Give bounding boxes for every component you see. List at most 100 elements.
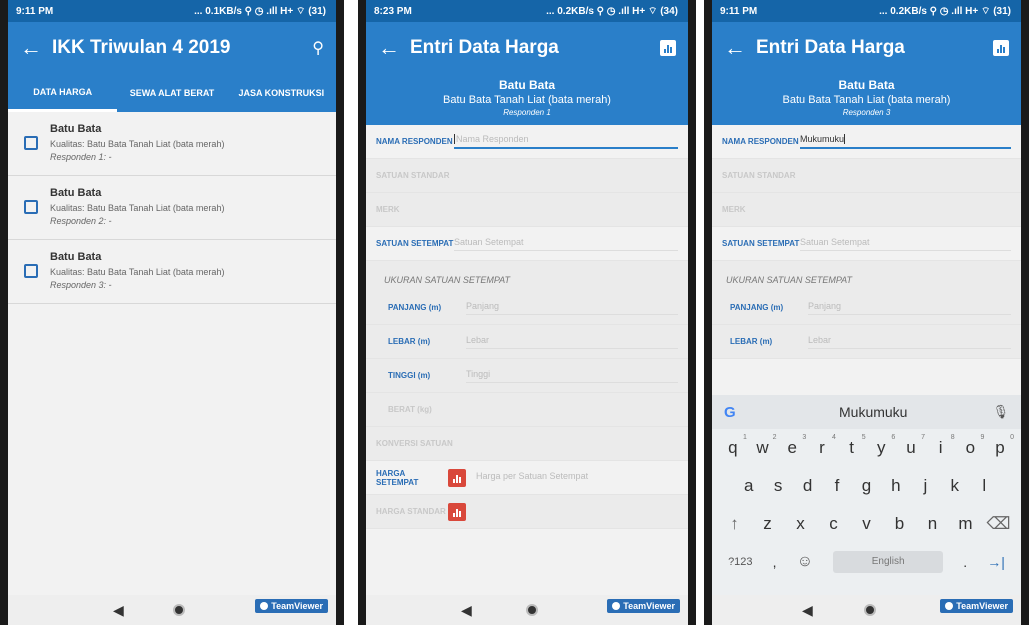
key[interactable]: y6 [869,434,895,458]
chart-icon[interactable] [993,40,1009,56]
back-arrow-icon[interactable]: ← [20,35,52,61]
key[interactable]: g [854,476,878,496]
comma-key[interactable]: , [773,554,777,570]
field-satuan-standar: SATUAN STANDAR [366,159,688,193]
phone-screen-form: 8:23 PM ... 0.2KB/s ⚲ ◷ .ıll H+ ⌔ (34) ←… [358,0,696,625]
tab-jasa-konstruksi[interactable]: JASA KONSTRUKSI [227,74,336,112]
lebar-input[interactable]: Lebar [466,335,678,349]
field-satuan-standar: SATUAN STANDAR [712,159,1021,193]
field-konversi-satuan: KONVERSI SATUAN [366,427,688,461]
field-label: MERK [376,205,400,214]
field-panjang: PANJANG (m) Panjang [712,291,1021,325]
harga-setempat-input[interactable]: Harga per Satuan Setempat [476,471,678,484]
key[interactable]: c [822,514,846,534]
period-key[interactable]: . [963,554,967,570]
page-title: Entri Data Harga [410,37,559,58]
microphone-icon[interactable]: 🎙 [992,404,1009,420]
key[interactable]: k [943,476,967,496]
nav-home-icon[interactable] [864,604,876,616]
nama-responden-input[interactable]: Nama Responden [454,134,678,150]
item-quality: Batu Bata Tanah Liat (bata merah) [782,94,951,106]
key[interactable]: a [737,476,761,496]
google-icon[interactable]: G [724,404,754,421]
key[interactable]: j [913,476,937,496]
list-item[interactable]: Batu Bata Kualitas: Batu Bata Tanah Liat… [8,112,336,176]
field-label: SATUAN STANDAR [722,171,796,180]
symbols-key[interactable]: ?123 [728,556,752,568]
field-label: NAMA RESPONDEN [722,137,799,146]
teamviewer-badge: TeamViewer [940,599,1013,613]
panjang-input[interactable]: Panjang [466,301,678,315]
item-respondent: Responden 1: - [50,152,112,162]
satuan-setempat-input[interactable]: Satuan Setempat [454,237,678,251]
key[interactable]: t5 [840,434,865,458]
keyboard-suggestion[interactable]: Mukumuku [754,404,992,420]
key[interactable]: v [855,514,879,534]
key[interactable]: n [921,514,945,534]
key[interactable]: o9 [958,434,985,458]
space-key[interactable]: English [833,551,944,573]
key[interactable]: s [766,476,790,496]
key[interactable]: z [756,514,780,534]
nav-home-icon[interactable] [173,604,185,616]
backspace-key[interactable]: ⌫ [987,514,1011,534]
emoji-key[interactable]: ☺ [797,553,813,571]
field-label: SATUAN STANDAR [376,171,450,180]
key[interactable]: d [796,476,820,496]
key[interactable]: b [888,514,912,534]
item-respondent: Responden 1 [503,108,551,117]
list-item[interactable]: Batu Bata Kualitas: Batu Bata Tanah Liat… [8,240,336,304]
chart-icon[interactable] [660,40,676,56]
checkbox[interactable] [24,135,38,150]
calculator-icon[interactable] [448,502,466,521]
key-hint: 0 [1010,434,1015,441]
nama-responden-input[interactable]: Mukumuku [800,134,1011,150]
checkbox[interactable] [24,199,38,214]
teamviewer-icon [260,602,269,610]
shift-key[interactable]: ↑ [723,514,747,534]
field-label: PANJANG (m) [730,303,784,312]
key[interactable]: q1 [721,434,747,458]
key[interactable]: x [789,514,813,534]
keyboard-row-3: ↑ z x c v b n m ⌫ [712,505,1021,543]
nav-home-icon[interactable] [526,604,538,616]
item-title: Batu Bata [50,251,102,263]
back-arrow-icon[interactable]: ← [378,35,410,61]
key-hint: 2 [772,434,777,441]
back-arrow-icon[interactable]: ← [724,35,756,61]
key[interactable]: l [972,476,996,496]
status-time: 9:11 PM [16,5,54,17]
item-respondent: Responden 2: - [50,216,112,226]
satuan-setempat-input[interactable]: Satuan Setempat [800,237,1011,251]
key[interactable]: h [884,476,908,496]
system-nav-bar: ◀ TeamViewer [8,595,336,625]
tab-bar: DATA HARGA SEWA ALAT BERAT JASA KONSTRUK… [8,74,336,112]
key[interactable]: u7 [899,434,925,458]
key[interactable]: p0 [988,434,1014,458]
list-item[interactable]: Batu Bata Kualitas: Batu Bata Tanah Liat… [8,176,336,240]
nav-back-icon[interactable]: ◀ [113,602,124,619]
search-icon[interactable]: ⚲ [312,38,324,58]
key[interactable]: e3 [780,434,806,458]
checkbox[interactable] [24,263,38,278]
key[interactable]: m [954,514,978,534]
tinggi-input[interactable]: Tinggi [466,369,678,383]
key-hint: 8 [950,434,955,441]
key-hint: 1 [742,434,747,441]
key[interactable]: w2 [751,434,776,458]
nav-back-icon[interactable]: ◀ [461,602,472,619]
tab-sewa-alat-berat[interactable]: SEWA ALAT BERAT [117,74,226,112]
key-hint: 7 [921,434,925,441]
calculator-icon[interactable] [448,468,466,487]
key[interactable]: r4 [810,434,836,458]
key-label: q [728,438,738,457]
panjang-input[interactable]: Panjang [808,301,1011,315]
enter-key[interactable]: →| [987,554,1005,570]
nav-back-icon[interactable]: ◀ [802,602,813,619]
field-label: SATUAN SETEMPAT [722,239,800,248]
key[interactable]: f [825,476,849,496]
tab-data-harga[interactable]: DATA HARGA [8,74,118,112]
field-satuan-setempat: SATUAN SETEMPAT Satuan Setempat [366,227,688,261]
lebar-input[interactable]: Lebar [808,335,1011,349]
key[interactable]: i8 [929,434,955,458]
